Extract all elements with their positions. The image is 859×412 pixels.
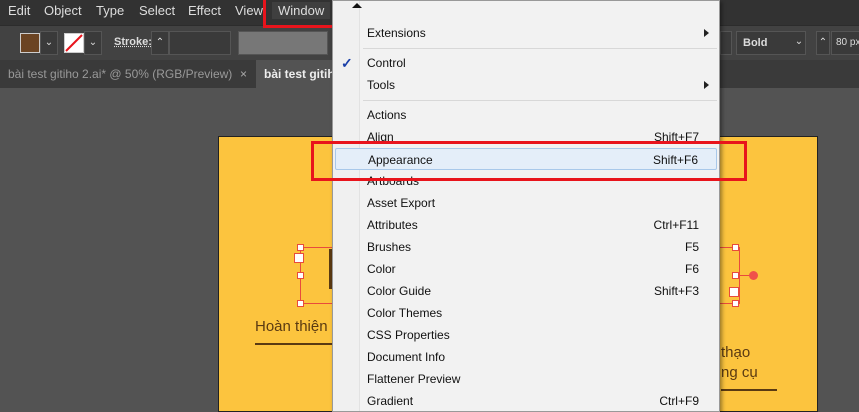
- selection-handle[interactable]: [732, 244, 739, 251]
- menu-type[interactable]: Type: [96, 3, 124, 18]
- menu-item-label: Color: [367, 262, 396, 276]
- menu-item-shortcut: Ctrl+F9: [659, 394, 699, 408]
- artboard-text-right-1[interactable]: thạo: [721, 344, 750, 361]
- menu-separator: [363, 100, 717, 101]
- menu-item-label: Flattener Preview: [367, 372, 461, 386]
- selection-handle[interactable]: [297, 300, 304, 307]
- menu-item-label: Gradient: [367, 394, 414, 408]
- close-icon[interactable]: ×: [240, 60, 247, 88]
- menu-item-flattener-preview[interactable]: Flattener Preview: [335, 368, 717, 390]
- menu-item-color-themes[interactable]: Color Themes: [335, 302, 717, 324]
- menu-item-extensions[interactable]: Extensions: [335, 22, 717, 44]
- menu-item-label: Brushes: [367, 240, 412, 254]
- stroke-label: Stroke:: [114, 36, 152, 48]
- menu-view[interactable]: View: [235, 3, 263, 18]
- rotate-handle[interactable]: [749, 271, 758, 280]
- artboard-text-right-2[interactable]: ng cụ: [721, 364, 758, 381]
- window-menu: Extensions ✓ Control Tools Actions Align Shift…: [332, 0, 720, 412]
- menu-separator: [363, 48, 717, 49]
- tab-document-1[interactable]: bài test gitiho 2.ai* @ 50% (RGB/Preview…: [0, 60, 254, 88]
- menu-item-brushes[interactable]: Brushes F5: [335, 236, 717, 258]
- tab-label: bài test gitiho: [264, 67, 342, 81]
- menu-select[interactable]: Select: [139, 3, 175, 18]
- highlight-box-window: [263, 0, 343, 28]
- selection-handle[interactable]: [297, 244, 304, 251]
- variable-width-field[interactable]: [238, 31, 328, 55]
- font-size-stepper[interactable]: ⌃: [816, 31, 830, 55]
- text-port-out[interactable]: [729, 287, 739, 297]
- menu-edit[interactable]: Edit: [8, 3, 30, 18]
- menu-item-label: Asset Export: [367, 196, 436, 210]
- checkmark-icon: ✓: [341, 55, 353, 71]
- divider-line: [255, 343, 335, 345]
- menu-item-control[interactable]: ✓ Control: [335, 52, 717, 74]
- submenu-arrow-icon: [704, 81, 709, 89]
- menu-item-label: Attributes: [367, 218, 418, 232]
- menu-item-shortcut: Shift+F3: [653, 284, 699, 298]
- stroke-dropdown[interactable]: ⌄: [84, 31, 102, 55]
- divider-line: [721, 389, 777, 391]
- text-port-in[interactable]: [294, 253, 304, 263]
- font-size-value: 80 px: [836, 37, 859, 48]
- chevron-down-icon: ⌄: [794, 36, 804, 47]
- menu-item-label: Extensions: [367, 26, 426, 40]
- menu-item-gradient[interactable]: Gradient Ctrl+F9: [335, 390, 717, 412]
- menu-item-label: CSS Properties: [367, 328, 450, 342]
- selection-handle[interactable]: [732, 300, 739, 307]
- stroke-swatch[interactable]: [64, 33, 84, 53]
- font-style-value: Bold: [743, 37, 768, 49]
- menu-item-tools[interactable]: Tools: [335, 74, 717, 96]
- selection-handle[interactable]: [732, 272, 739, 279]
- submenu-arrow-icon: [704, 29, 709, 37]
- fill-dropdown[interactable]: ⌄: [40, 31, 58, 55]
- scroll-up-icon[interactable]: [352, 3, 362, 8]
- menu-object[interactable]: Object: [44, 3, 82, 18]
- menu-item-label: Color Guide: [367, 284, 432, 298]
- highlight-box-appearance: [311, 141, 747, 181]
- menu-item-label: Actions: [367, 108, 407, 122]
- menu-item-color[interactable]: Color F6: [335, 258, 717, 280]
- menu-item-css-properties[interactable]: CSS Properties: [335, 324, 717, 346]
- menu-item-attributes[interactable]: Attributes Ctrl+F11: [335, 214, 717, 236]
- menu-item-label: Tools: [367, 78, 396, 92]
- menu-item-actions[interactable]: Actions: [335, 104, 717, 126]
- menu-item-label: Color Themes: [367, 306, 443, 320]
- fill-swatch[interactable]: [20, 33, 40, 53]
- tab-label: bài test gitiho 2.ai* @ 50% (RGB/Preview…: [8, 67, 233, 81]
- selection-handle[interactable]: [297, 272, 304, 279]
- font-size-field[interactable]: 80 px: [831, 31, 859, 55]
- stroke-weight-dropdown[interactable]: [169, 31, 231, 55]
- menu-item-shortcut: F5: [684, 240, 699, 254]
- menu-item-label: Control: [367, 56, 406, 70]
- menu-item-color-guide[interactable]: Color Guide Shift+F3: [335, 280, 717, 302]
- stroke-stepper[interactable]: ⌃: [151, 31, 169, 55]
- artboard-text-left[interactable]: Hoàn thiện: [255, 318, 328, 335]
- menu-item-document-info[interactable]: Document Info: [335, 346, 717, 368]
- menu-item-shortcut: Ctrl+F11: [653, 218, 699, 232]
- menu-effect[interactable]: Effect: [188, 3, 221, 18]
- menu-item-asset-export[interactable]: Asset Export: [335, 192, 717, 214]
- menu-item-shortcut: F6: [684, 262, 699, 276]
- font-dropdown[interactable]: [720, 31, 732, 55]
- menu-item-label: Document Info: [367, 350, 446, 364]
